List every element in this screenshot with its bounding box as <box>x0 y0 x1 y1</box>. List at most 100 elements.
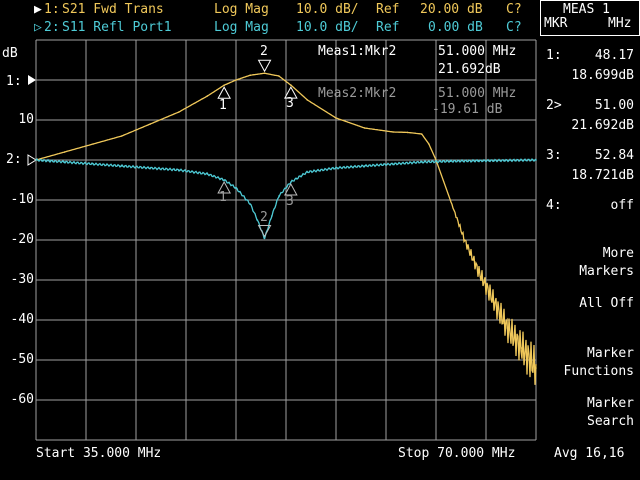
trace2-scale[interactable]: 10.0 dB/ <box>296 20 359 36</box>
trace2-marker-3-label: 3 <box>286 194 294 209</box>
trace2-format[interactable]: Log Mag <box>214 20 269 36</box>
data-point <box>149 167 152 169</box>
trace2-ref-label: Ref <box>376 20 400 35</box>
data-point <box>120 165 123 167</box>
meas2-label: Meas2:Mkr2 <box>318 86 397 101</box>
data-point <box>63 161 66 163</box>
data-point <box>249 74 252 76</box>
panel-col-mkr: MKR <box>544 16 568 31</box>
ref-marker-1-label: 1: <box>6 74 22 89</box>
data-point <box>428 143 430 145</box>
marker-3-freq[interactable]: 52.84 <box>538 148 634 164</box>
y-tick-label: -10 <box>10 192 34 207</box>
softkey-marker-search-line1[interactable]: Marker <box>538 396 634 412</box>
marker-2-freq[interactable]: 51.00 <box>538 98 634 114</box>
meas2-value: -19.61 dB <box>432 102 503 117</box>
plot-markers <box>217 59 298 238</box>
ref-marker-2-icon <box>27 154 37 166</box>
trace2-id[interactable]: 2: <box>44 20 60 36</box>
data-point <box>149 123 152 125</box>
marker-2-value: 21.692dB <box>571 118 634 133</box>
trace2-ref-value[interactable]: 0.00 dB <box>428 20 483 36</box>
trace1-ref-label: Ref <box>376 2 400 17</box>
data-point <box>335 167 337 169</box>
data-point <box>35 159 37 161</box>
trace1-ref-value[interactable]: 20.00 dB <box>420 2 483 18</box>
data-point <box>249 203 252 205</box>
softkey-all-off[interactable]: All Off <box>538 296 634 312</box>
trace2-flag: C? <box>506 20 522 35</box>
panel-col-mhz: MHz <box>608 16 632 31</box>
panel-title: MEAS 1 <box>563 2 610 17</box>
y-tick-label: 10 <box>18 112 34 127</box>
meas2-freq: 51.000 MHz <box>438 86 517 101</box>
data-point <box>335 117 337 119</box>
data-point <box>223 179 225 181</box>
trace1-scale[interactable]: 10.0 dB/ <box>296 2 359 18</box>
data-point <box>492 299 494 301</box>
meas1-freq: 51.000 MHz <box>438 44 517 59</box>
data-point <box>478 160 480 162</box>
trace1-flag: C? <box>506 2 522 17</box>
y-tick-label: -40 <box>10 312 34 327</box>
softkey-marker-functions-line2[interactable]: Functions <box>538 364 634 380</box>
data-point <box>178 169 180 171</box>
data-point <box>420 161 423 163</box>
data-point <box>420 133 423 135</box>
trace1-id[interactable]: 1: <box>44 2 60 18</box>
ref-marker-1-icon <box>28 75 36 85</box>
data-point <box>363 127 366 129</box>
data-point <box>235 187 237 189</box>
meas1-value: 21.692dB <box>438 62 501 77</box>
trace1-marker-1-label: 1 <box>219 98 227 113</box>
trace1-name[interactable]: S21 Fwd Trans <box>62 2 164 18</box>
data-point <box>306 171 309 173</box>
data-point <box>506 327 509 329</box>
marker-triangle-icon <box>257 59 272 73</box>
data-point <box>290 181 292 183</box>
data-point <box>363 165 366 167</box>
trace1-marker-2-label: 2 <box>260 44 268 59</box>
data-point <box>449 199 452 201</box>
trace1-format[interactable]: Log Mag <box>214 2 269 18</box>
meas1-label: Meas1:Mkr2 <box>318 44 397 59</box>
y-tick-label: -30 <box>10 272 34 287</box>
data-point <box>263 237 266 240</box>
trace2-marker-icon: ▷ <box>34 20 42 35</box>
data-point <box>478 271 480 273</box>
data-point <box>256 219 259 221</box>
stop-frequency[interactable]: Stop 70.000 MHz <box>398 446 515 462</box>
marker-1-freq[interactable]: 48.17 <box>538 48 634 64</box>
data-point <box>206 95 209 97</box>
averaging-status: Avg 16,16 <box>554 446 625 461</box>
trace1-marker-icon: ▶ <box>34 2 42 17</box>
data-point <box>263 72 266 74</box>
data-point <box>506 159 509 162</box>
marker-4-freq[interactable]: off <box>538 198 634 214</box>
softkey-marker-search-line2[interactable]: Search <box>538 414 634 430</box>
softkey-more-markers-line1[interactable]: More <box>538 246 634 262</box>
ref-marker-2-label: 2: <box>6 152 22 167</box>
data-point <box>406 131 409 134</box>
data-point <box>120 135 123 137</box>
start-frequency[interactable]: Start 35.000 MHz <box>36 446 161 462</box>
data-point <box>449 160 452 162</box>
unit-label: dB <box>2 46 18 61</box>
data-point <box>206 173 209 175</box>
y-tick-label: -20 <box>10 232 34 247</box>
y-tick-label: -60 <box>10 392 34 407</box>
trace1-marker-3-label: 3 <box>286 96 294 111</box>
data-point <box>178 111 180 113</box>
softkey-more-markers-line2[interactable]: Markers <box>538 264 634 280</box>
data-point <box>463 239 466 241</box>
marker-3-value: 18.721dB <box>571 168 634 183</box>
data-point <box>92 163 94 165</box>
trace2-marker-1-label: 1 <box>219 190 227 205</box>
trace2-marker-2-label: 2 <box>260 210 268 225</box>
data-point <box>392 131 394 133</box>
softkey-marker-functions-line1[interactable]: Marker <box>538 346 634 362</box>
data-point <box>306 99 309 101</box>
data-point <box>270 215 273 217</box>
data-point <box>535 367 537 369</box>
trace2-name[interactable]: S11 Refl Port1 <box>62 20 172 36</box>
